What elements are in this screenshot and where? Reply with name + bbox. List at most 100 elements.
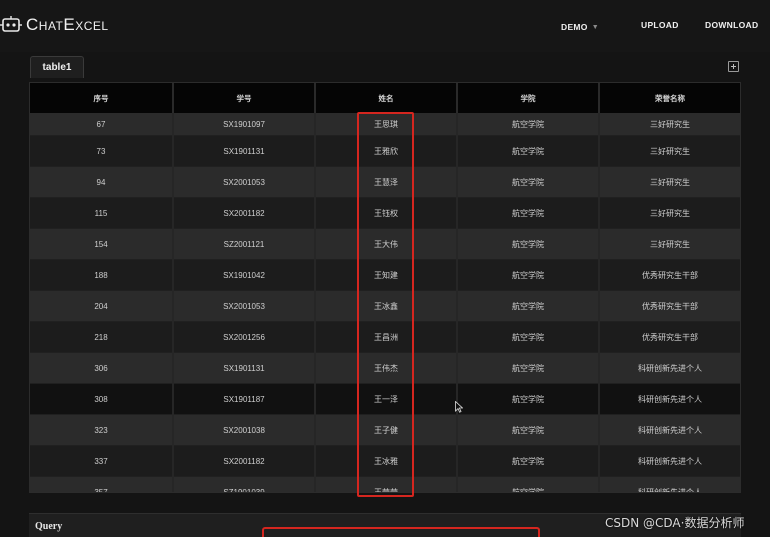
- table-cell: 94: [30, 166, 174, 198]
- table-cell: 357: [30, 476, 174, 492]
- table-cell: 航空学院: [457, 445, 600, 477]
- table-cell: 优秀研究生干部: [599, 321, 740, 353]
- table-cell: SZ2001121: [173, 228, 316, 260]
- table-cell: 航空学院: [457, 135, 600, 167]
- table-cell: SX1901042: [173, 259, 316, 291]
- table-cell: 王大伟: [315, 228, 458, 260]
- table-cell: 王冰鑫: [315, 290, 458, 322]
- table-grid: 序号 学号 姓名 学院 荣誉名称 67 SX1901097 王思琪 航空学院 三…: [30, 83, 740, 492]
- table-cell: 73: [30, 135, 174, 167]
- chevron-down-icon: ▼: [591, 23, 599, 31]
- table-cell: 67: [30, 113, 174, 136]
- table-cell: 航空学院: [457, 321, 600, 353]
- table-cell: 王雅欣: [315, 135, 458, 167]
- watermark: CSDN @CDA·数据分析师: [605, 516, 745, 530]
- table-cell: 218: [30, 321, 174, 353]
- column-header[interactable]: 荣誉名称: [599, 83, 740, 113]
- top-bar: ChatExcel DEMO ▼ UPLOAD DOWNLOAD: [0, 0, 770, 52]
- table-cell: SX1901097: [173, 113, 316, 136]
- table-cell: 王思琪: [315, 113, 458, 136]
- table-cell: 306: [30, 352, 174, 384]
- table-row[interactable]: 154 SZ2001121 王大伟 航空学院 三好研究生: [30, 228, 740, 260]
- table-cell: 优秀研究生干部: [599, 290, 740, 322]
- table-cell: 204: [30, 290, 174, 322]
- table-cell: 王慧泽: [315, 166, 458, 198]
- table-row[interactable]: 115 SX2001182 王钰权 航空学院 三好研究生: [30, 197, 740, 229]
- nav-demo[interactable]: DEMO ▼: [561, 20, 599, 34]
- table-cell: 科研创新先进个人: [599, 414, 740, 446]
- table-row[interactable]: 306 SX1901131 王伟杰 航空学院 科研创新先进个人: [30, 352, 740, 384]
- table-cell: 王一泽: [315, 383, 458, 415]
- table-cell: 王冰雅: [315, 445, 458, 477]
- table-cell: SX1901187: [173, 383, 316, 415]
- table-row[interactable]: 204 SX2001053 王冰鑫 航空学院 优秀研究生干部: [30, 290, 740, 322]
- data-table: 序号 学号 姓名 学院 荣誉名称 67 SX1901097 王思琪 航空学院 三…: [29, 82, 741, 493]
- table-cell: SZ1901039: [173, 476, 316, 492]
- nav-download[interactable]: DOWNLOAD: [705, 20, 758, 34]
- table-row[interactable]: 94 SX2001053 王慧泽 航空学院 三好研究生: [30, 166, 740, 198]
- table-cell: 航空学院: [457, 259, 600, 291]
- table-row[interactable]: 337 SX2001182 王冰雅 航空学院 科研创新先进个人: [30, 445, 740, 477]
- table-cell: 308: [30, 383, 174, 415]
- table-cell: 三好研究生: [599, 197, 740, 229]
- table-cell: 王昌洲: [315, 321, 458, 353]
- table-cell: 王子健: [315, 414, 458, 446]
- column-header[interactable]: 学号: [173, 83, 316, 113]
- table-cell: 科研创新先进个人: [599, 476, 740, 492]
- column-header[interactable]: 序号: [30, 83, 174, 113]
- column-header[interactable]: 学院: [457, 83, 600, 113]
- table-cell: 航空学院: [457, 352, 600, 384]
- table-row[interactable]: 73 SX1901131 王雅欣 航空学院 三好研究生: [30, 135, 740, 167]
- table-cell: 航空学院: [457, 414, 600, 446]
- table-cell: 王钰权: [315, 197, 458, 229]
- app-title: ChatExcel: [26, 15, 109, 34]
- table-row[interactable]: 357 SZ1901039 王莹莹 航空学院 科研创新先进个人: [30, 476, 740, 492]
- table-cell: 科研创新先进个人: [599, 445, 740, 477]
- table-cell: SX1901131: [173, 135, 316, 167]
- table-cell: 188: [30, 259, 174, 291]
- table-cell: SX2001256: [173, 321, 316, 353]
- table-cell: 航空学院: [457, 228, 600, 260]
- table-cell: 三好研究生: [599, 228, 740, 260]
- table-row[interactable]: 308 SX1901187 王一泽 航空学院 科研创新先进个人: [30, 383, 740, 415]
- column-header[interactable]: 姓名: [315, 83, 458, 113]
- table-cell: 王知建: [315, 259, 458, 291]
- mouse-cursor-icon: [455, 401, 463, 413]
- table-cell: 航空学院: [457, 197, 600, 229]
- table-row[interactable]: 188 SX1901042 王知建 航空学院 优秀研究生干部: [30, 259, 740, 291]
- table-cell: 航空学院: [457, 113, 600, 136]
- table-cell: 航空学院: [457, 166, 600, 198]
- logo[interactable]: ChatExcel: [0, 12, 109, 38]
- table-cell: 航空学院: [457, 383, 600, 415]
- table-cell: SX2001053: [173, 166, 316, 198]
- nav-demo-label: DEMO: [561, 22, 588, 32]
- table-cell: 航空学院: [457, 476, 600, 492]
- robot-logo-icon: [0, 16, 22, 32]
- table-cell: 323: [30, 414, 174, 446]
- table-cell: 王伟杰: [315, 352, 458, 384]
- query-label: Query: [35, 521, 63, 532]
- tab-table1[interactable]: table1: [30, 56, 84, 78]
- table-cell: 航空学院: [457, 290, 600, 322]
- table-row[interactable]: 67 SX1901097 王思琪 航空学院 三好研究生: [30, 113, 740, 136]
- table-cell: 337: [30, 445, 174, 477]
- table-cell: 三好研究生: [599, 135, 740, 167]
- table-cell: SX2001182: [173, 445, 316, 477]
- table-header-row: 序号 学号 姓名 学院 荣誉名称: [30, 83, 740, 113]
- table-cell: SX2001038: [173, 414, 316, 446]
- query-input-highlight[interactable]: [262, 527, 540, 537]
- table-row[interactable]: 218 SX2001256 王昌洲 航空学院 优秀研究生干部: [30, 321, 740, 353]
- table-cell: 115: [30, 197, 174, 229]
- table-row[interactable]: 323 SX2001038 王子健 航空学院 科研创新先进个人: [30, 414, 740, 446]
- table-cell: 三好研究生: [599, 113, 740, 136]
- table-cell: 王莹莹: [315, 476, 458, 492]
- table-cell: SX2001182: [173, 197, 316, 229]
- table-cell: 优秀研究生干部: [599, 259, 740, 291]
- table-cell: SX1901131: [173, 352, 316, 384]
- nav-upload[interactable]: UPLOAD: [641, 20, 679, 34]
- app-window: ChatExcel DEMO ▼ UPLOAD DOWNLOAD table1 …: [0, 0, 770, 537]
- table-cell: 科研创新先进个人: [599, 352, 740, 384]
- table-cell: 三好研究生: [599, 166, 740, 198]
- table-cell: 154: [30, 228, 174, 260]
- add-tab-icon[interactable]: [728, 61, 739, 72]
